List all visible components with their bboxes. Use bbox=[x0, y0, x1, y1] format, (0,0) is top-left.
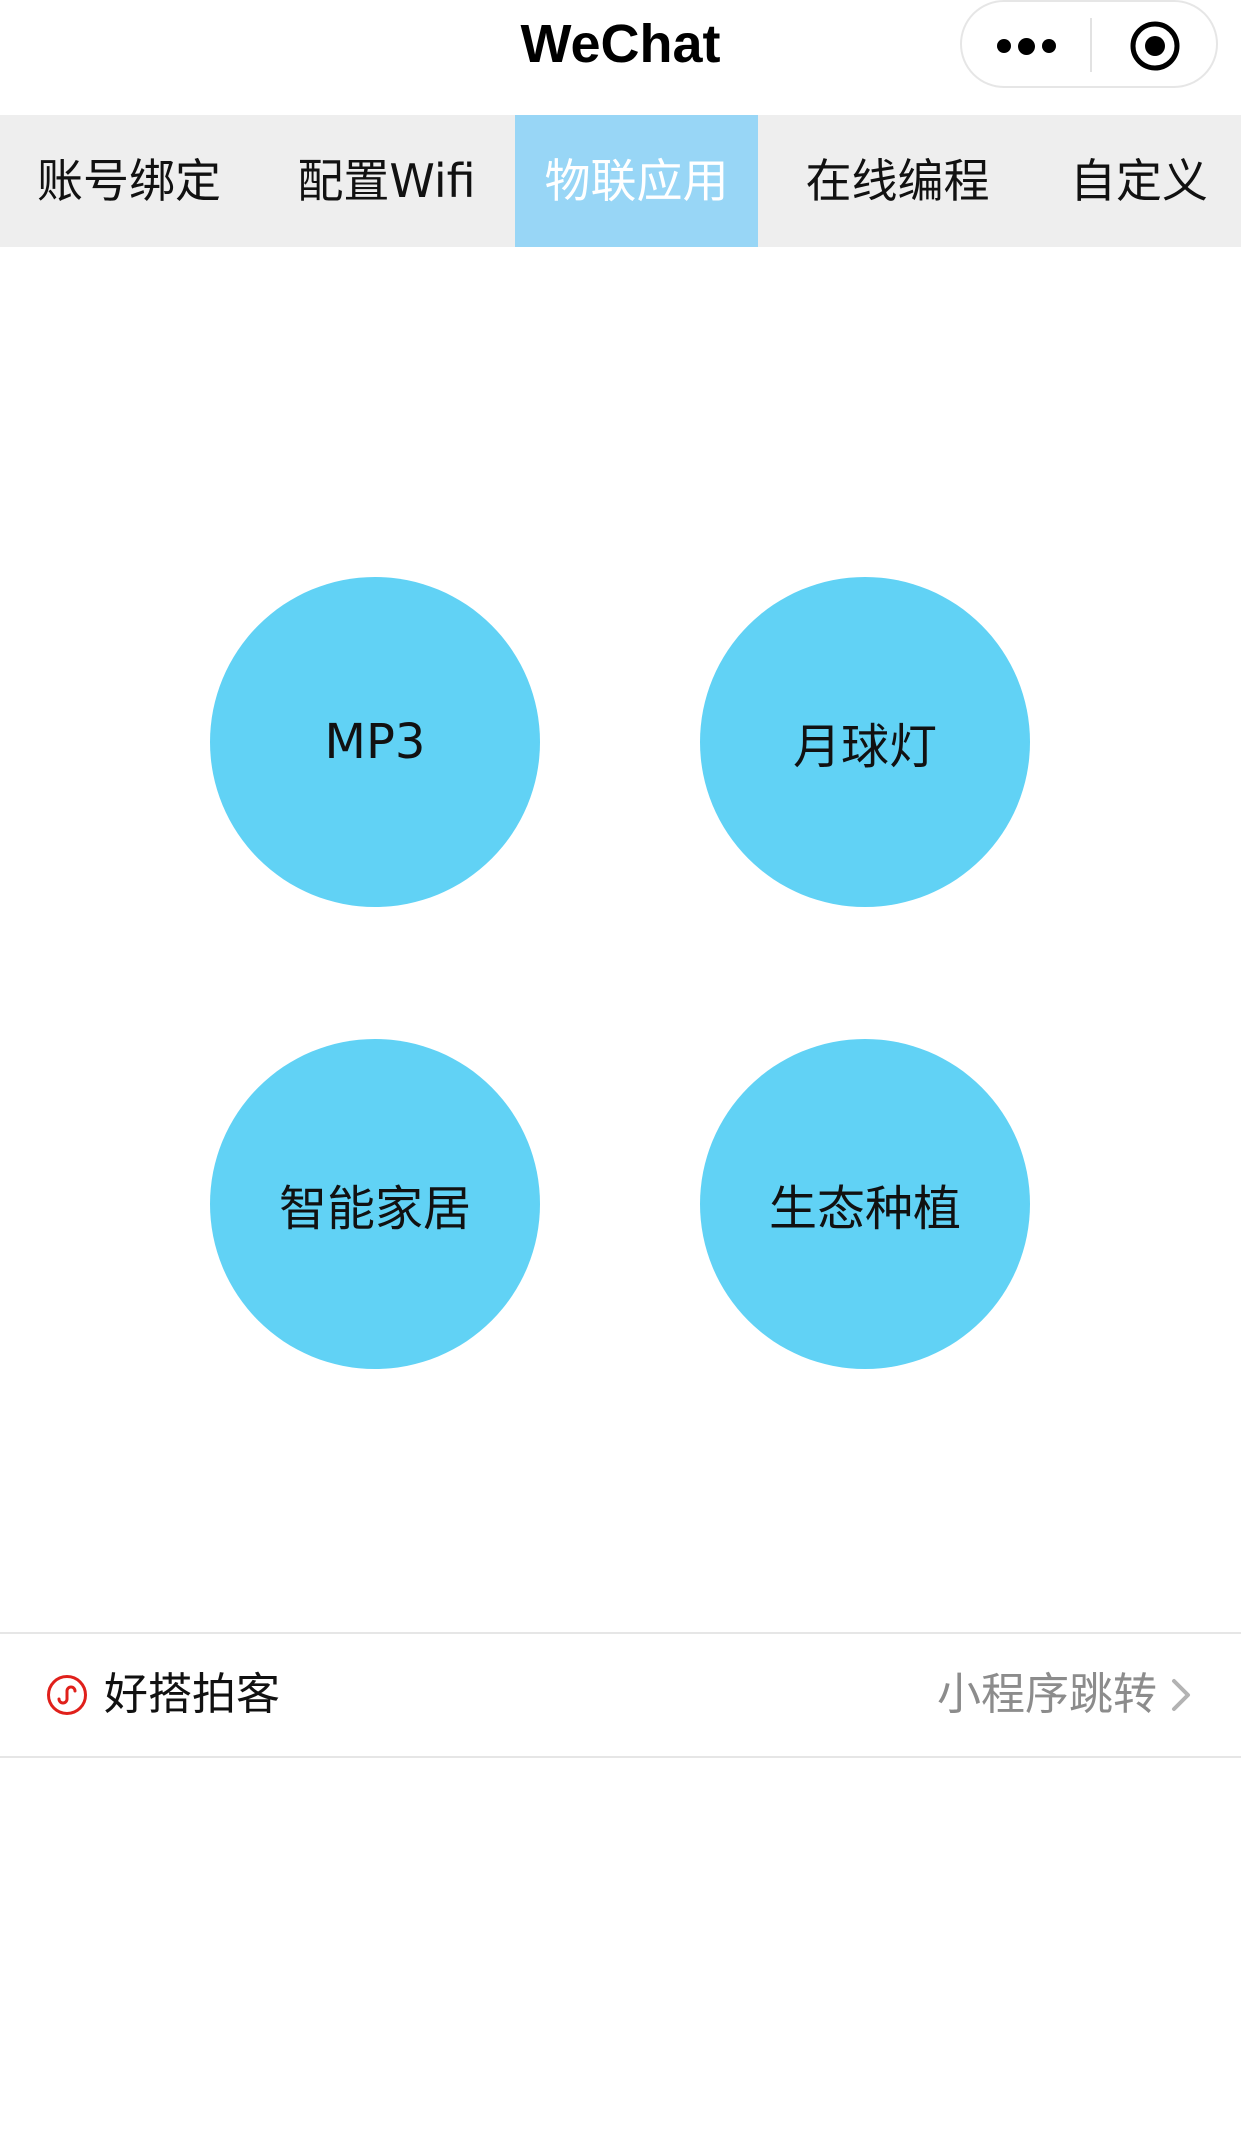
close-button[interactable] bbox=[1092, 2, 1218, 90]
mini-program-jump-row[interactable]: 好搭拍客 小程序跳转 bbox=[0, 1632, 1241, 1758]
mini-program-jump-label: 小程序跳转 bbox=[937, 1669, 1157, 1720]
more-button[interactable] bbox=[962, 2, 1090, 90]
mini-program-page: WeChat 账号绑定 配置Wifi 物联应用 在线编程 自定义 MP3 月球灯… bbox=[0, 0, 1241, 2131]
mp3-button[interactable]: MP3 bbox=[210, 577, 540, 907]
menu-capsule bbox=[960, 0, 1218, 88]
mini-program-icon bbox=[47, 1675, 87, 1715]
tab-custom[interactable]: 自定义 bbox=[1037, 115, 1241, 247]
tab-account-binding[interactable]: 账号绑定 bbox=[0, 115, 258, 247]
chevron-right-icon bbox=[1172, 1679, 1190, 1711]
tab-wifi-config[interactable]: 配置Wifi bbox=[258, 115, 515, 247]
target-circle-icon bbox=[1130, 21, 1180, 71]
mini-program-name: 好搭拍客 bbox=[104, 1669, 280, 1720]
moon-lamp-button[interactable]: 月球灯 bbox=[700, 577, 1030, 907]
smart-home-button[interactable]: 智能家居 bbox=[210, 1039, 540, 1369]
more-dots-icon bbox=[996, 37, 1056, 55]
smart-home-button-label: 智能家居 bbox=[278, 1181, 471, 1237]
tab-iot-apps[interactable]: 物联应用 bbox=[515, 115, 758, 247]
eco-planting-button-label: 生态种植 bbox=[768, 1181, 961, 1237]
tab-online-programming[interactable]: 在线编程 bbox=[758, 115, 1037, 247]
tab-bar: 账号绑定 配置Wifi 物联应用 在线编程 自定义 bbox=[0, 115, 1241, 247]
eco-planting-button[interactable]: 生态种植 bbox=[700, 1039, 1030, 1369]
mp3-button-label: MP3 bbox=[324, 714, 426, 770]
top-navbar: WeChat bbox=[0, 0, 1241, 115]
moon-lamp-button-label: 月球灯 bbox=[792, 719, 937, 775]
